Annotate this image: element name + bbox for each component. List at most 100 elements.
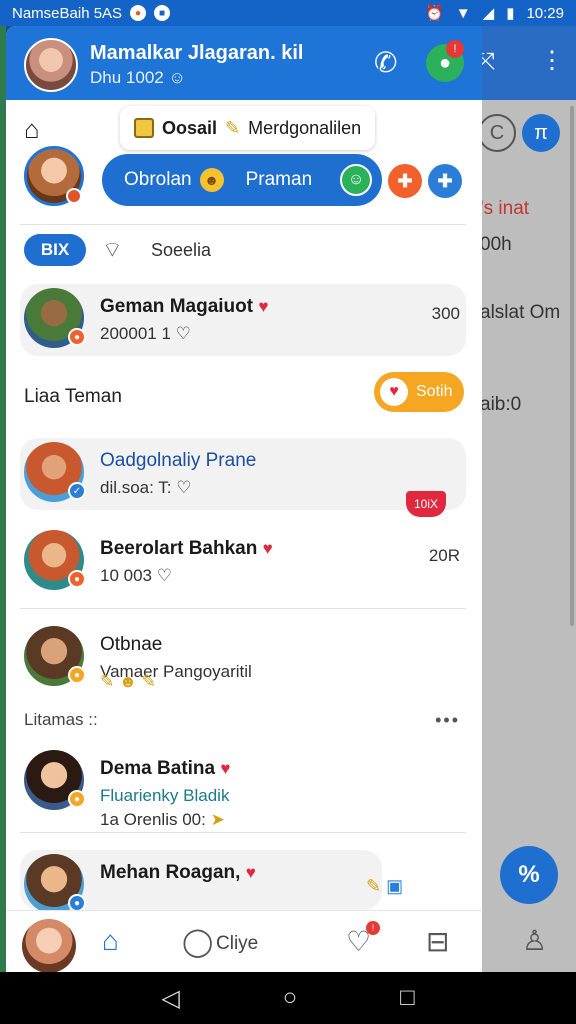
phone-icon[interactable]: ✆ xyxy=(374,46,397,79)
contact-sub: Fluarienky Bladik xyxy=(100,786,230,805)
battery-icon: ▮ xyxy=(506,5,515,22)
notification-badge: ! xyxy=(446,40,464,58)
overflow-menu-icon[interactable]: ⋮ xyxy=(540,46,564,75)
contact-status-badge: ✓ xyxy=(68,482,86,500)
divider xyxy=(20,224,466,225)
header-subtitle: Dhu 1002 ☺ xyxy=(90,68,186,88)
alarm-icon: ⏰ xyxy=(425,5,444,22)
scrollbar[interactable] xyxy=(570,106,574,626)
contact-name-text: Dema Batina xyxy=(100,758,216,779)
contact-name: Beerolart Bahkan ♥ xyxy=(100,538,273,560)
add-button[interactable]: ✚ xyxy=(428,164,462,198)
contact-sub-text: dil.soa: T: xyxy=(100,478,172,497)
story-badge xyxy=(66,188,82,204)
wifi-icon: ▼ xyxy=(455,4,471,22)
puzzle-button[interactable]: ✚ xyxy=(388,164,422,198)
background-panel: ⤧ ⋮ C π 's inat 00h alslat Om aib:0 % ♙ xyxy=(470,26,576,972)
filter-label[interactable]: Soeelia xyxy=(151,240,211,261)
divider xyxy=(20,608,466,609)
bg-label-1: 's inat xyxy=(480,198,530,219)
contact-item[interactable]: ● Dema Batina ♥ Fluarienky Bladik 1a Ore… xyxy=(20,746,466,832)
heart-icon: ♥ xyxy=(245,863,256,882)
contact-sub-text: 10 003 xyxy=(100,566,152,585)
contact-icon[interactable]: ☺ xyxy=(340,164,372,196)
heart-icon: ♥ xyxy=(262,539,273,558)
system-nav-bar: ◁ ○ □ xyxy=(0,972,576,1024)
percent-fab-button[interactable]: % xyxy=(500,846,558,904)
chat-bubble-icon: ♡ xyxy=(156,566,172,585)
notification-icon: ● xyxy=(130,5,147,21)
chip-label: Oosail xyxy=(162,117,218,138)
bg-pi-icon: π xyxy=(522,114,560,152)
filter-all-button[interactable]: BIX xyxy=(24,234,86,266)
header-title: Mamalkar Jlagaran. kil xyxy=(90,42,304,64)
divider xyxy=(20,832,466,833)
contact-sub: 200001 1 ♡ xyxy=(100,324,191,344)
bg-label-4: aib:0 xyxy=(480,394,522,415)
wifi-filter-icon[interactable]: ⌔ xyxy=(102,236,123,264)
contact-name: Dema Batina ♥ xyxy=(100,758,230,780)
chat-pill[interactable]: Obrolan ☻ Praman ☺ xyxy=(102,154,382,206)
header-avatar[interactable] xyxy=(24,38,78,92)
chat-bubble-icon: ♡ xyxy=(176,478,192,497)
friends-action-label: Sotih xyxy=(416,383,453,400)
contact-item[interactable]: ● Mehan Roagan, ♥ xyxy=(20,850,382,914)
pill-label-left: Obrolan xyxy=(124,169,192,190)
contact-tag-badge: 10iX xyxy=(406,491,446,517)
bg-label-3: alslat Om xyxy=(480,302,561,323)
filter-row: BIX ⌔ Soeelia xyxy=(6,232,482,272)
contact-name: Oadgolnaliy Prane xyxy=(100,450,257,471)
contact-item[interactable]: ✓ Oadgolnaliy Prane dil.soa: T: ♡ xyxy=(20,438,466,510)
contact-item[interactable]: ● Otbnae Vamaer Pangoyaritil xyxy=(20,622,466,694)
heart-icon: ♥ xyxy=(380,378,408,406)
story-row: Obrolan ☻ Praman ☺ ✚ ✚ xyxy=(6,144,482,224)
contact-name-text: Geman Magaiuot xyxy=(100,296,254,317)
contact-sub-text: 200001 1 xyxy=(100,324,171,343)
sticker-icons: ✎ ▣ xyxy=(366,876,404,896)
nav-profile-avatar[interactable] xyxy=(22,919,76,972)
app-header: Mamalkar Jlagaran. kil Dhu 1002 ☺ ✆ ● ! xyxy=(6,26,482,100)
contact-item[interactable]: ● Geman Magaiuot ♥ 200001 1 ♡ 300 xyxy=(20,284,466,356)
contact-time: 300 xyxy=(431,304,460,323)
nav-home-icon[interactable]: ⌂ xyxy=(102,925,119,957)
contact-sub: dil.soa: T: ♡ xyxy=(100,478,192,498)
nav-chat-label[interactable]: Cliye xyxy=(216,933,258,955)
contact-sub2-text: 1a Orenlis 00: xyxy=(100,810,206,829)
status-bar: NamseBaih 5AS ● ■ ⏰ ▼ ◢ ▮ 10:29 xyxy=(0,0,576,26)
nav-chat-icon[interactable]: ◯ xyxy=(182,925,213,958)
heart-icon: ♥ xyxy=(258,297,269,316)
contact-status-badge: ● xyxy=(68,570,86,588)
contact-name: Otbnae xyxy=(100,634,163,655)
signal-icon: ◢ xyxy=(482,5,495,22)
chat-bubble-icon: ♡ xyxy=(175,324,191,343)
background-header: ⤧ ⋮ xyxy=(470,26,576,100)
nav-inbox-icon[interactable]: ⊟ xyxy=(426,925,449,958)
pencil-icon: ✎ xyxy=(225,117,241,138)
recents-icon[interactable]: □ xyxy=(400,984,415,1012)
bg-circle-icon: C xyxy=(478,114,516,152)
pill-label-right: Praman xyxy=(245,169,313,190)
smile-icon: ☺ xyxy=(168,68,186,87)
header-subtitle-text: Dhu 1002 xyxy=(90,68,164,87)
profile-icon[interactable]: ♙ xyxy=(522,924,547,957)
friends-action-button[interactable]: ♥ Sotih xyxy=(374,372,464,412)
bg-label-2: 00h xyxy=(480,234,512,255)
contact-status-badge: ● xyxy=(68,666,86,684)
contact-name-text: Beerolart Bahkan xyxy=(100,538,258,559)
more-menu-icon[interactable]: ••• xyxy=(435,710,460,731)
home-circle-icon[interactable]: ○ xyxy=(283,984,298,1012)
carrier-label: NamseBaih 5AS xyxy=(12,4,123,22)
reaction-icons: ✎ ☻ ✎ xyxy=(100,672,156,691)
contact-sub2: 1a Orenlis 00: ➤ xyxy=(100,810,225,830)
back-icon[interactable]: ◁ xyxy=(161,984,179,1013)
home-icon[interactable]: ⌂ xyxy=(24,114,40,145)
contact-name: Mehan Roagan, ♥ xyxy=(100,862,256,884)
clock: 10:29 xyxy=(526,4,564,22)
bottom-nav: ⌂ ◯ Cliye ♡ ! ⊟ xyxy=(6,910,482,972)
contact-status-badge: ● xyxy=(68,328,86,346)
nav-heart-badge: ! xyxy=(366,921,380,935)
heart-icon: ♥ xyxy=(220,759,231,778)
section-friends-label: Liaa Teman xyxy=(24,386,122,407)
contact-status-badge: ● xyxy=(68,790,86,808)
contact-item[interactable]: ● Beerolart Bahkan ♥ 10 003 ♡ 20R xyxy=(20,526,466,598)
